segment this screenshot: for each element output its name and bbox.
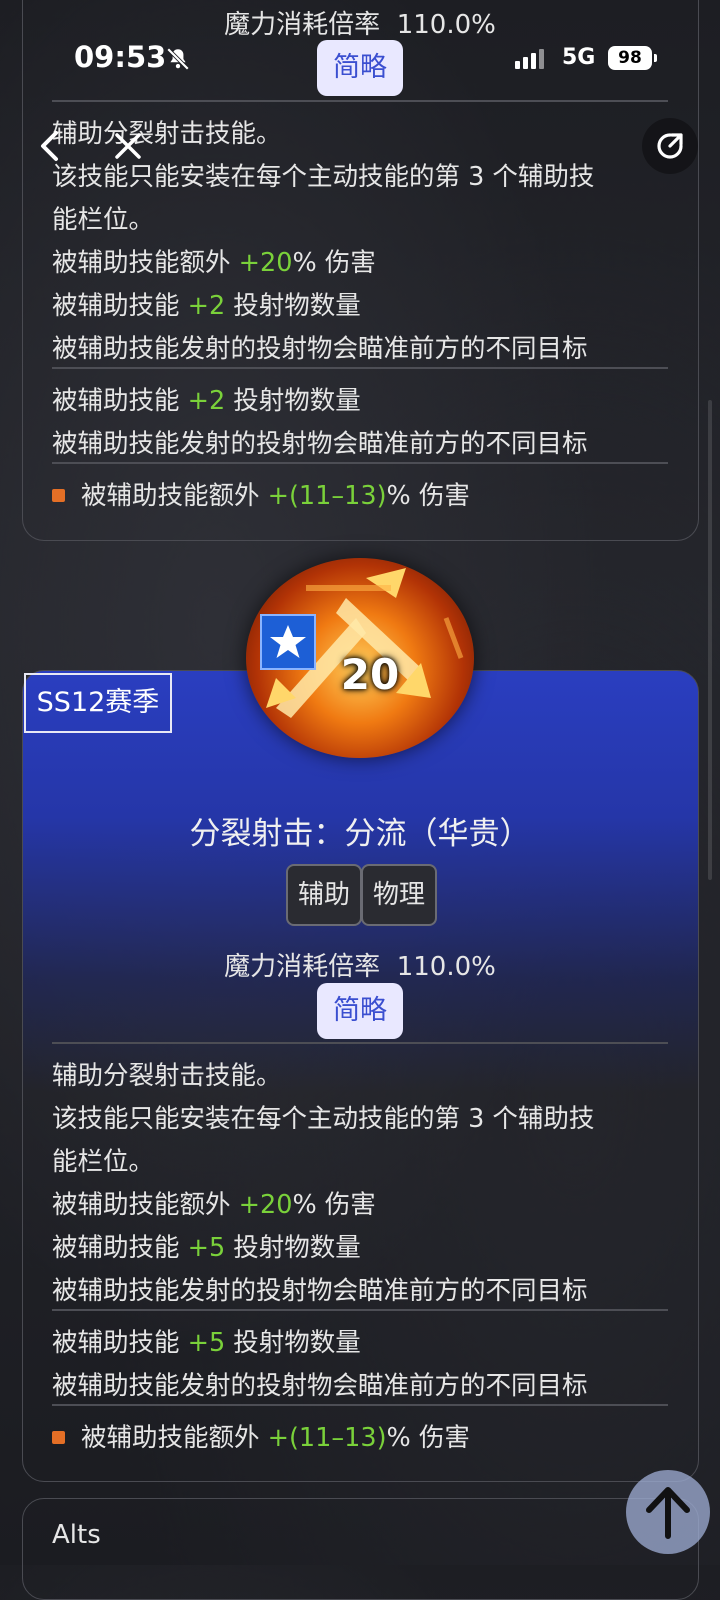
stat-line: 被辅助技能 +5 投射物数量 xyxy=(52,1328,361,1358)
description-line: 被辅助技能发射的投射物会瞄准前方的不同目标 xyxy=(52,429,588,459)
bell-muted-icon xyxy=(166,47,190,71)
quality-stat-line: 被辅助技能额外 +(11–13)% 伤害 xyxy=(52,1417,470,1454)
stat-line: 被辅助技能 +2 投射物数量 xyxy=(52,386,361,416)
share-button[interactable] xyxy=(642,118,698,174)
back-button[interactable] xyxy=(22,118,78,174)
description-line: 被辅助技能发射的投射物会瞄准前方的不同目标 xyxy=(52,334,588,364)
arrow-up-icon xyxy=(646,1487,690,1539)
close-icon xyxy=(115,133,141,159)
description-line: 辅助分裂射击技能。 xyxy=(52,119,282,149)
description-line: 被辅助技能发射的投射物会瞄准前方的不同目标 xyxy=(52,1276,588,1306)
stat-line: 被辅助技能 +2 投射物数量 xyxy=(52,291,361,321)
status-time: 09:53 xyxy=(74,40,167,74)
divider xyxy=(52,100,668,102)
divider xyxy=(52,1309,668,1311)
stat-line: 被辅助技能 +5 投射物数量 xyxy=(52,1233,361,1263)
signal-icon xyxy=(515,49,547,69)
gem-title: 分裂射击：分流（华贵） xyxy=(189,816,531,852)
divider xyxy=(52,367,668,369)
alts-section-title[interactable]: Alts xyxy=(52,1520,101,1550)
gem-level: 20 xyxy=(340,650,400,699)
summary-toggle-button[interactable]: 简略 xyxy=(317,983,403,1039)
scroll-to-top-button[interactable] xyxy=(626,1470,710,1554)
divider xyxy=(52,1042,668,1044)
stat-line: 被辅助技能额外 +20% 伤害 xyxy=(52,248,376,278)
description-line: 能栏位。 xyxy=(52,1147,155,1177)
divider xyxy=(52,1404,668,1406)
season-badge: SS12赛季 xyxy=(24,673,172,733)
description-line: 能栏位。 xyxy=(52,205,155,235)
network-type: 5G xyxy=(562,45,596,70)
description-line: 辅助分裂射击技能。 xyxy=(52,1061,282,1091)
tag-physical[interactable]: 物理 xyxy=(361,864,437,926)
quality-stat-line: 被辅助技能额外 +(11–13)% 伤害 xyxy=(52,475,470,512)
tag-support[interactable]: 辅助 xyxy=(286,864,362,926)
mana-multiplier: 魔力消耗倍率 110.0% xyxy=(224,952,496,982)
chevron-left-icon xyxy=(41,131,58,161)
battery-icon: 98 xyxy=(608,46,657,70)
status-bar: 09:53 5G 98 xyxy=(0,0,720,100)
description-line: 该技能只能安装在每个主动技能的第 3 个辅助技 xyxy=(52,1104,595,1134)
description-line: 被辅助技能发射的投射物会瞄准前方的不同目标 xyxy=(52,1371,588,1401)
divider xyxy=(52,462,668,464)
bullet-icon xyxy=(52,488,65,502)
share-icon xyxy=(657,133,683,159)
close-button[interactable] xyxy=(100,118,156,174)
alts-card xyxy=(22,1498,699,1600)
star-icon xyxy=(260,614,316,670)
stat-line: 被辅助技能额外 +20% 伤害 xyxy=(52,1190,376,1220)
bullet-icon xyxy=(52,1430,65,1444)
